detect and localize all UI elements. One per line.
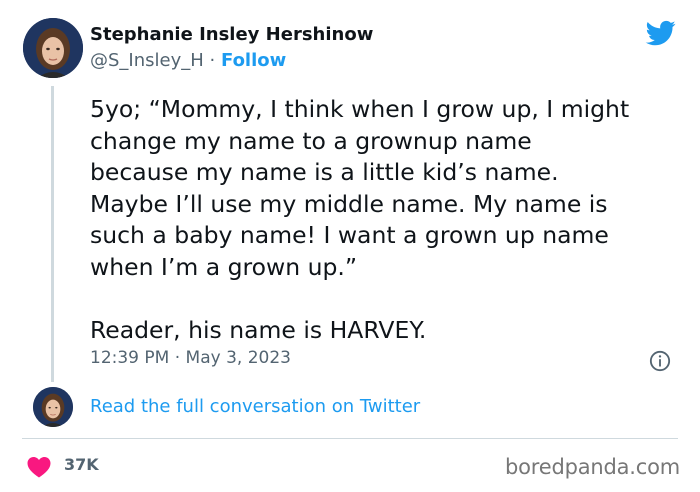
tweet-punchline: Reader, his name is HARVEY. bbox=[90, 315, 427, 344]
watermark: boredpanda.com bbox=[505, 455, 681, 479]
thread-line bbox=[51, 86, 54, 382]
conversation-avatar[interactable] bbox=[33, 387, 73, 427]
author-handle[interactable]: @S_Insley_H bbox=[90, 50, 204, 71]
avatar-image bbox=[23, 18, 83, 78]
tweet-line: Maybe I’ll use my middle name. My name i… bbox=[90, 189, 608, 218]
author-avatar[interactable] bbox=[23, 18, 83, 78]
tweet-line: when I’m a grown up.” bbox=[90, 252, 358, 281]
read-full-conversation-link[interactable]: Read the full conversation on Twitter bbox=[90, 396, 420, 417]
avatar-image bbox=[33, 387, 73, 427]
tweet-line: 5yo; “Mommy, I think when I grow up, I m… bbox=[90, 95, 630, 123]
follow-button[interactable]: Follow bbox=[221, 50, 286, 71]
separator-dot: · bbox=[209, 50, 216, 71]
tweet-line: such a baby name! I want a grown up name bbox=[90, 221, 609, 249]
tweet-line: because my name is a little kid’s name. bbox=[90, 158, 559, 186]
tweet-line: change my name to a grownup name bbox=[90, 126, 532, 155]
info-icon[interactable] bbox=[649, 350, 671, 372]
author-handle-row: @S_Insley_H · Follow bbox=[90, 50, 286, 71]
author-name[interactable]: Stephanie Insley Hershinow bbox=[90, 24, 373, 45]
tweet-text: 5yo; “Mommy, I think when I grow up, I m… bbox=[90, 94, 690, 346]
twitter-bird-icon[interactable] bbox=[644, 18, 678, 48]
divider bbox=[22, 438, 678, 439]
heart-icon[interactable] bbox=[27, 456, 51, 478]
tweet-timestamp[interactable]: 12:39 PM · May 3, 2023 bbox=[90, 348, 291, 368]
like-count[interactable]: 37K bbox=[64, 455, 99, 474]
